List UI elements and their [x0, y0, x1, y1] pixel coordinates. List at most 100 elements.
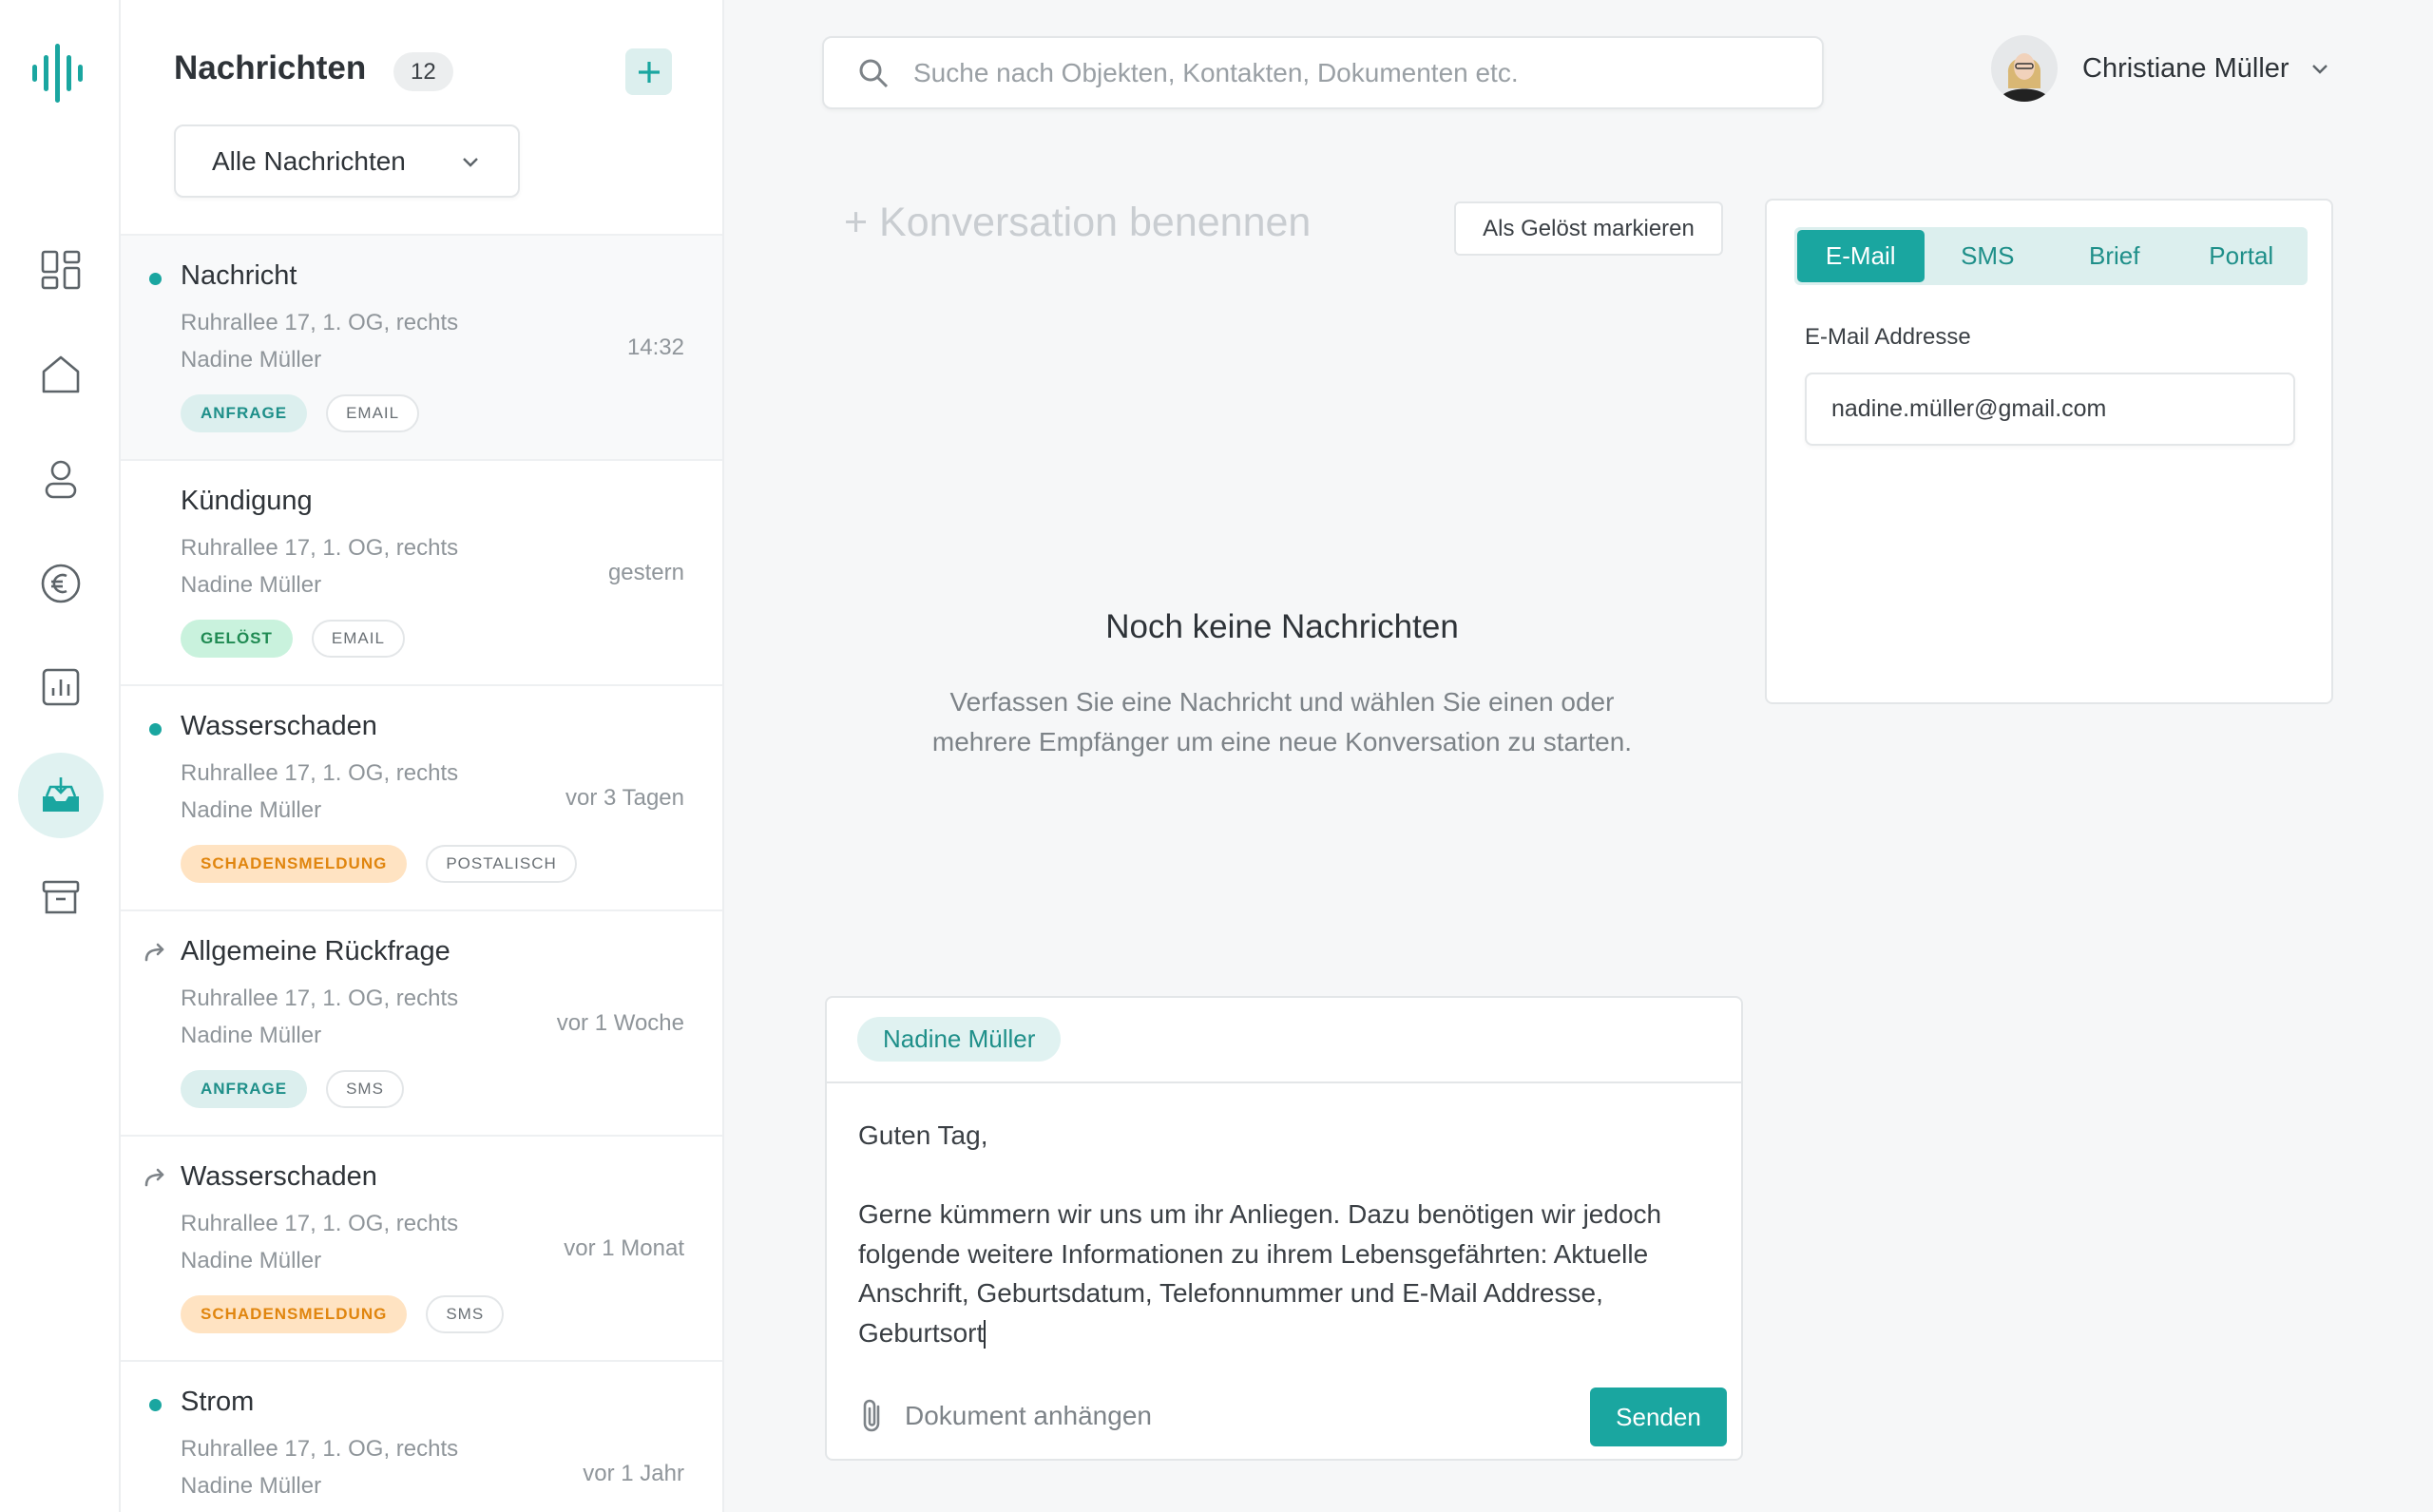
message-contact: Nadine Müller — [181, 1473, 322, 1499]
message-time: gestern — [607, 560, 684, 585]
email-field[interactable] — [1805, 373, 2295, 446]
message-composer: Nadine Müller Guten Tag, Gerne kümmern w… — [825, 996, 1743, 1461]
euro-icon — [41, 564, 81, 603]
recipient-chip[interactable]: Nadine Müller — [857, 1017, 1062, 1062]
tab-portal[interactable]: Portal — [2178, 230, 2306, 282]
message-item[interactable]: Strom Ruhrallee 17, 1. OG, rechts Nadine… — [121, 1360, 722, 1512]
empty-state-text: Verfassen Sie eine Nachricht und wählen … — [931, 687, 1633, 756]
channel-badge: SMS — [426, 1295, 505, 1333]
chevron-down-icon — [2311, 65, 2328, 74]
message-contact: Nadine Müller — [181, 797, 322, 823]
empty-state-title: Noch keine Nachrichten — [1105, 608, 1459, 645]
message-address: Ruhrallee 17, 1. OG, rechts — [181, 535, 459, 561]
message-item[interactable]: Nachricht Ruhrallee 17, 1. OG, rechts Na… — [121, 234, 722, 459]
message-item[interactable]: Allgemeine Rückfrage Ruhrallee 17, 1. OG… — [121, 909, 722, 1135]
message-title: Allgemeine Rückfrage — [181, 936, 450, 967]
message-count-badge: 12 — [393, 52, 453, 91]
message-filter-select[interactable]: Alle Nachrichten — [174, 124, 520, 198]
message-title: Nachricht — [181, 260, 297, 291]
conversation-name-field[interactable]: + Konversation benennen — [844, 200, 1311, 246]
message-address: Ruhrallee 17, 1. OG, rechts — [181, 310, 459, 335]
message-item[interactable]: Kündigung Ruhrallee 17, 1. OG, rechts Na… — [121, 459, 722, 684]
new-message-button[interactable] — [625, 48, 672, 95]
attach-document-button[interactable]: Dokument anhängen — [855, 1397, 1152, 1435]
unread-dot — [149, 723, 162, 736]
panel-title: Nachrichten — [174, 49, 367, 86]
status-badge: ANFRAGE — [181, 394, 308, 432]
search-input[interactable] — [913, 57, 1769, 88]
message-item[interactable]: Wasserschaden Ruhrallee 17, 1. OG, recht… — [121, 1135, 722, 1360]
unread-dot — [149, 1399, 162, 1411]
nav-properties[interactable] — [18, 332, 104, 417]
message-contact: Nadine Müller — [181, 572, 322, 598]
nav-finance[interactable] — [18, 541, 104, 626]
message-address: Ruhrallee 17, 1. OG, rechts — [181, 986, 459, 1011]
user-menu[interactable]: Christiane Müller — [1991, 35, 2331, 102]
message-contact: Nadine Müller — [181, 347, 322, 373]
inbox-icon — [43, 777, 79, 812]
search-icon — [859, 59, 889, 87]
tab-email[interactable]: E-Mail — [1797, 230, 1925, 282]
nav-messages[interactable] — [18, 753, 104, 838]
channel-badge: EMAIL — [326, 394, 420, 432]
home-icon — [42, 355, 80, 393]
plus-icon — [638, 61, 660, 83]
chevron-down-icon — [463, 157, 478, 167]
message-address: Ruhrallee 17, 1. OG, rechts — [181, 1211, 459, 1236]
message-time: 14:32 — [626, 335, 684, 360]
dashboard-icon — [41, 250, 81, 290]
message-time: vor 1 Woche — [556, 1010, 684, 1036]
message-title: Strom — [181, 1387, 255, 1417]
waveform-logo[interactable] — [32, 42, 87, 105]
message-title: Wasserschaden — [181, 1161, 377, 1192]
global-search[interactable] — [822, 36, 1824, 109]
message-contact: Nadine Müller — [181, 1023, 322, 1048]
nav-contacts[interactable] — [18, 436, 104, 522]
message-time: vor 1 Monat — [564, 1235, 684, 1261]
unread-dot — [149, 273, 162, 285]
message-title: Wasserschaden — [181, 711, 377, 741]
archive-icon — [42, 880, 80, 914]
status-badge: GELÖST — [181, 620, 293, 658]
nav-dashboard[interactable] — [18, 227, 104, 313]
user-photo-icon — [1991, 35, 2058, 102]
message-body-text: Guten Tag, Gerne kümmern wir uns um ihr … — [858, 1120, 1662, 1348]
forward-icon — [144, 1168, 164, 1187]
tab-sms[interactable]: SMS — [1925, 230, 2052, 282]
message-time: vor 3 Tagen — [565, 785, 684, 811]
attach-label: Dokument anhängen — [905, 1401, 1152, 1430]
tab-brief[interactable]: Brief — [2051, 230, 2178, 282]
icon-sidebar — [0, 0, 121, 1512]
email-field-label: E-Mail Addresse — [1805, 324, 1971, 350]
nav-archive[interactable] — [18, 854, 104, 940]
recipient-row[interactable]: Nadine Müller — [827, 998, 1741, 1083]
message-list: Nachricht Ruhrallee 17, 1. OG, rechts Na… — [121, 234, 722, 1512]
channel-tabs: E-Mail SMS Brief Portal — [1794, 227, 2308, 285]
status-badge: SCHADENSMELDUNG — [181, 1295, 408, 1333]
channel-badge: POSTALISCH — [426, 845, 577, 883]
message-body-input[interactable]: Guten Tag, Gerne kümmern wir uns um ihr … — [858, 1116, 1714, 1352]
channel-badge: EMAIL — [311, 620, 405, 658]
person-icon — [45, 460, 77, 499]
avatar — [1991, 35, 2058, 102]
forward-icon — [144, 943, 164, 962]
text-caret — [984, 1320, 987, 1349]
filter-value: Alle Nachrichten — [212, 145, 406, 176]
paperclip-icon — [863, 1399, 880, 1432]
channel-badge: SMS — [326, 1070, 404, 1108]
chart-icon — [42, 668, 80, 706]
message-title: Kündigung — [181, 486, 313, 516]
status-badge: SCHADENSMELDUNG — [181, 845, 408, 883]
message-list-panel: Nachrichten 12 Alle Nachrichten Nachrich… — [121, 0, 724, 1512]
message-item[interactable]: Wasserschaden Ruhrallee 17, 1. OG, recht… — [121, 684, 722, 909]
mark-resolved-button[interactable]: Als Gelöst markieren — [1454, 201, 1723, 256]
message-address: Ruhrallee 17, 1. OG, rechts — [181, 1436, 459, 1462]
message-address: Ruhrallee 17, 1. OG, rechts — [181, 760, 459, 786]
message-contact: Nadine Müller — [181, 1248, 322, 1273]
status-badge: ANFRAGE — [181, 1070, 308, 1108]
send-button[interactable]: Senden — [1590, 1388, 1727, 1446]
message-time: vor 1 Jahr — [583, 1461, 684, 1486]
user-name: Christiane Müller — [2082, 52, 2289, 84]
channel-settings-card: E-Mail SMS Brief Portal E-Mail Addresse — [1765, 199, 2333, 704]
nav-reports[interactable] — [18, 644, 104, 730]
